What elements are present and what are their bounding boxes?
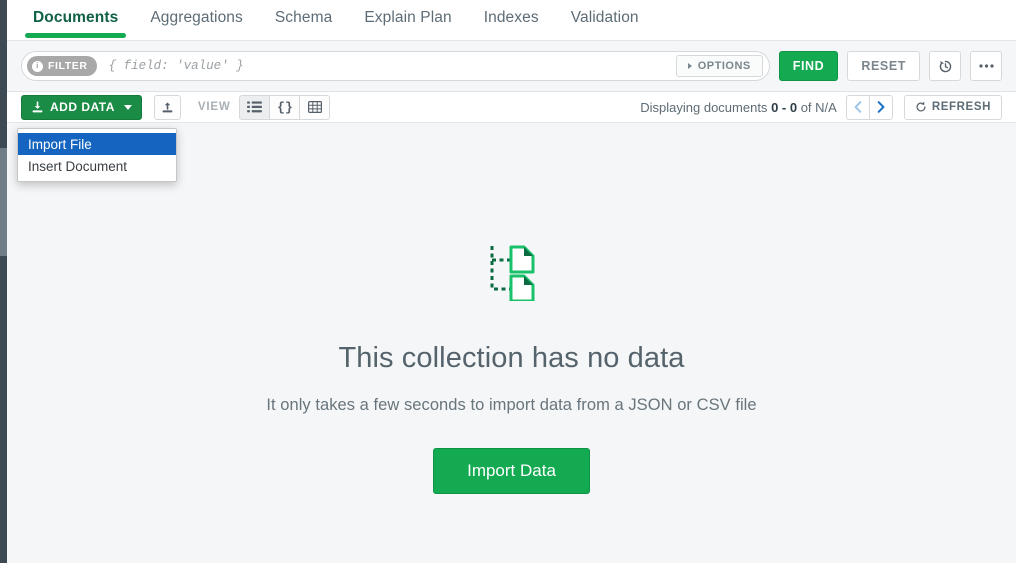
tab-documents[interactable]: Documents	[17, 0, 134, 41]
history-icon	[939, 60, 951, 72]
export-arrow-icon	[162, 101, 173, 112]
tab-aggregations[interactable]: Aggregations	[134, 0, 259, 41]
braces-icon: {}	[277, 99, 293, 115]
pagination-controls	[845, 94, 893, 120]
view-mode-group: {}	[239, 94, 331, 120]
filter-input-wrapper[interactable]: i FILTER { field: 'value' } OPTIONS	[21, 51, 770, 81]
tab-schema[interactable]: Schema	[259, 0, 348, 41]
documents-view: Documents Aggregations Schema Explain Pl…	[0, 0, 1016, 563]
tab-schema-label: Schema	[274, 9, 333, 26]
documents-tree-icon	[490, 245, 534, 303]
left-scrollbar-track[interactable]	[0, 0, 7, 563]
query-more-button[interactable]	[970, 51, 1002, 81]
add-data-label: ADD DATA	[50, 100, 115, 114]
empty-state: This collection has no data It only take…	[7, 123, 1016, 563]
menu-item-insert-document-label: Insert Document	[28, 158, 128, 174]
tab-explain-plan[interactable]: Explain Plan	[348, 0, 467, 41]
reset-label: RESET	[861, 59, 906, 73]
next-page-button[interactable]	[868, 94, 893, 120]
view-mode-json[interactable]: {}	[269, 94, 301, 120]
filter-badge[interactable]: i FILTER	[27, 56, 97, 76]
import-arrow-icon	[32, 100, 43, 112]
previous-page-button[interactable]	[845, 94, 870, 120]
left-scrollbar-thumb[interactable]	[0, 148, 7, 256]
refresh-label: REFRESH	[931, 101, 991, 113]
options-label: OPTIONS	[697, 60, 751, 72]
empty-state-title: This collection has no data	[338, 342, 685, 374]
filter-input[interactable]: { field: 'value' }	[109, 59, 676, 73]
view-label: VIEW	[197, 101, 231, 113]
import-data-label: Import Data	[467, 461, 556, 480]
import-data-button[interactable]: Import Data	[433, 448, 590, 494]
info-icon: i	[32, 60, 43, 72]
tab-documents-label: Documents	[33, 9, 119, 26]
content-column: Documents Aggregations Schema Explain Pl…	[7, 0, 1016, 563]
options-toggle[interactable]: OPTIONS	[675, 55, 763, 77]
chevron-right-icon	[877, 101, 885, 113]
filter-badge-label: FILTER	[48, 60, 88, 72]
displaying-of: of	[800, 99, 812, 115]
list-icon	[247, 101, 263, 113]
tab-indexes[interactable]: Indexes	[468, 0, 555, 41]
export-collection-button[interactable]	[153, 94, 181, 120]
ellipsis-icon	[978, 64, 994, 68]
documents-toolbar: ADD DATA VIEW {} Displaying documents 0 …	[7, 92, 1016, 123]
displaying-range: 0 - 0	[771, 99, 798, 115]
tab-aggregations-label: Aggregations	[150, 9, 243, 26]
tab-validation-label: Validation	[570, 9, 639, 26]
menu-item-import-file-label: Import File	[28, 136, 92, 152]
documents-count-status: Displaying documents 0 - 0 of N/A	[640, 100, 837, 115]
query-bar: i FILTER { field: 'value' } OPTIONS FIND…	[7, 41, 1016, 92]
query-history-button[interactable]	[929, 51, 961, 81]
chevron-left-icon	[854, 101, 862, 113]
tab-indexes-label: Indexes	[483, 9, 539, 26]
reset-button[interactable]: RESET	[847, 51, 920, 81]
tab-explain-plan-label: Explain Plan	[364, 9, 452, 26]
chevron-down-icon	[123, 104, 132, 110]
find-label: FIND	[792, 59, 825, 73]
add-data-button[interactable]: ADD DATA	[21, 94, 142, 120]
find-button[interactable]: FIND	[778, 51, 839, 81]
tab-active-underline	[25, 33, 127, 38]
refresh-button[interactable]: REFRESH	[903, 94, 1002, 120]
displaying-prefix: Displaying documents	[640, 99, 768, 115]
menu-item-insert-document[interactable]: Insert Document	[18, 155, 176, 177]
menu-item-import-file[interactable]: Import File	[18, 133, 176, 155]
collection-tabbar: Documents Aggregations Schema Explain Pl…	[7, 0, 1016, 41]
refresh-icon	[916, 101, 926, 112]
table-icon	[307, 101, 322, 113]
chevron-right-icon	[687, 63, 692, 69]
tab-validation[interactable]: Validation	[555, 0, 655, 41]
displaying-total: N/A	[815, 99, 837, 115]
view-mode-table[interactable]	[299, 94, 331, 120]
empty-state-icon-wrapper	[484, 243, 540, 306]
view-mode-list[interactable]	[239, 94, 271, 120]
empty-state-subtitle: It only takes a few seconds to import da…	[266, 396, 757, 414]
add-data-menu: Import File Insert Document	[17, 128, 177, 182]
